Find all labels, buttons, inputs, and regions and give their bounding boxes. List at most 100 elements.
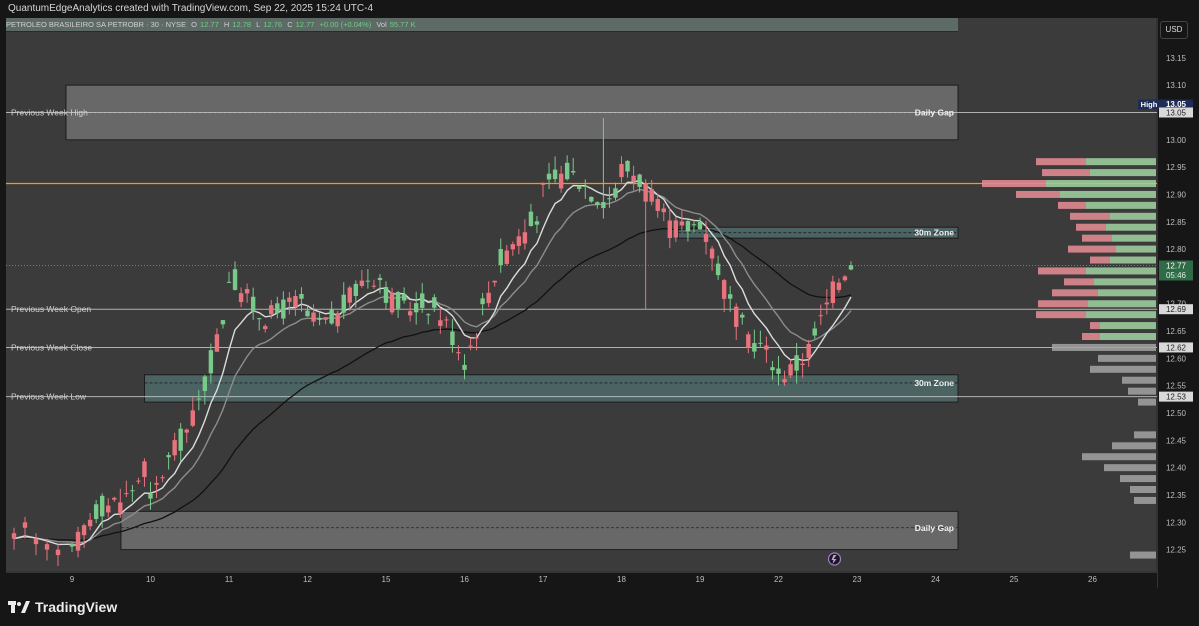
- candle-body: [323, 317, 328, 320]
- candle-body: [293, 296, 298, 308]
- candle-body: [208, 350, 214, 374]
- candle-body: [649, 189, 654, 202]
- tradingview-logo[interactable]: TradingView: [8, 598, 117, 616]
- candle-body: [275, 303, 280, 314]
- candle-body: [93, 504, 99, 520]
- last-price-value: 12.77: [1166, 261, 1187, 270]
- price-tag-label: High: [1141, 100, 1158, 109]
- candle-body: [685, 221, 691, 232]
- candle-body: [341, 294, 346, 313]
- open-label: O: [191, 20, 197, 29]
- candle-body: [238, 293, 244, 303]
- footer-bar: TradingView: [0, 588, 1199, 626]
- candle-body: [450, 331, 455, 346]
- volume-bar-bear: [1038, 300, 1088, 308]
- candle-body: [637, 174, 642, 187]
- candle-body: [389, 292, 395, 313]
- symbol-legend[interactable]: PETROLEO BRASILEIRO SA PETROBR · 30 · NY…: [6, 18, 958, 32]
- candle-body: [124, 493, 129, 495]
- candle-body: [413, 303, 419, 313]
- volume-bar: [1112, 442, 1156, 450]
- candle-body: [595, 202, 600, 205]
- candle-body: [619, 164, 624, 178]
- chart-frame[interactable]: Daily Gap 30m Zone 30m Zone Daily Gap Previo…: [6, 18, 1194, 588]
- chart-attribution-bar: QuantumEdgeAnalytics created with Tradin…: [0, 0, 1199, 18]
- candle-body: [691, 224, 697, 226]
- y-tick-label: 12.35: [1166, 491, 1187, 500]
- candle-body: [818, 315, 823, 317]
- volume-bar-bear: [1036, 158, 1086, 166]
- y-tick-label: 12.55: [1166, 382, 1187, 391]
- currency-button[interactable]: USD: [1160, 21, 1188, 39]
- candle-body: [184, 429, 189, 433]
- price-chart[interactable]: Daily Gap 30m Zone 30m Zone Daily Gap Previo…: [6, 18, 1194, 588]
- candle-body: [130, 490, 135, 492]
- volume-bar-bear: [1070, 212, 1110, 220]
- zone-label: Daily Gap: [915, 523, 954, 533]
- candle-body: [516, 236, 522, 246]
- level-label: Previous Week Open: [11, 304, 91, 314]
- candle-body: [99, 495, 105, 517]
- candle-body: [136, 480, 141, 482]
- candle-body: [468, 345, 473, 347]
- y-tick-label: 12.40: [1166, 464, 1187, 473]
- volume-bar-bull: [1116, 245, 1156, 253]
- candle-body: [22, 522, 28, 528]
- price-tag-value: 13.05: [1166, 108, 1187, 117]
- volume-bar: [1138, 398, 1156, 406]
- volume-bar-bull: [1090, 169, 1156, 177]
- candle-body: [776, 368, 781, 374]
- volume-bar-bull: [1086, 311, 1156, 319]
- candle-body: [44, 544, 50, 550]
- candle-body: [244, 289, 250, 294]
- candle-body: [546, 173, 552, 180]
- candle-body: [281, 299, 286, 319]
- candle-body: [607, 198, 612, 200]
- x-tick-label: 24: [931, 575, 940, 584]
- x-tick-label: 9: [70, 575, 75, 584]
- candle-body: [836, 282, 842, 290]
- volume-bar-bear: [1042, 169, 1090, 177]
- candle-body: [679, 221, 685, 226]
- candle-body: [112, 497, 117, 500]
- candle-body: [746, 334, 751, 348]
- candle-body: [166, 455, 171, 458]
- candle-body: [33, 538, 39, 545]
- y-tick-label: 13.10: [1166, 81, 1187, 90]
- volume-bar: [1098, 354, 1156, 362]
- candle-body: [407, 311, 413, 316]
- high-value: 12.78: [232, 20, 252, 29]
- candle-body: [154, 482, 159, 485]
- candle-body: [299, 293, 304, 299]
- candle-body: [709, 248, 715, 259]
- candle-body: [812, 328, 817, 336]
- volume-bar: [1134, 431, 1156, 439]
- level-label: Previous Week Close: [11, 342, 92, 352]
- candle-body: [462, 364, 467, 370]
- candle-body: [577, 185, 582, 189]
- candle-body: [311, 312, 316, 322]
- y-tick-label: 12.45: [1166, 436, 1187, 445]
- candle-body: [498, 248, 503, 266]
- candle-body: [764, 345, 769, 350]
- candle-body: [558, 173, 564, 189]
- price-tag-value: 12.69: [1166, 305, 1187, 314]
- candle-body: [480, 298, 485, 305]
- volume-bar: [1052, 343, 1156, 351]
- candle-body: [438, 320, 443, 326]
- zone-box: [120, 510, 959, 551]
- y-tick-label: 12.30: [1166, 518, 1187, 527]
- candle-body: [359, 280, 365, 286]
- low-label: L: [256, 20, 261, 29]
- candle-body: [510, 244, 516, 250]
- volume-bar-bear: [1052, 289, 1098, 297]
- low-value: 12.76: [263, 20, 283, 29]
- volume-bar-bull: [1086, 201, 1156, 209]
- candle-body: [250, 296, 256, 312]
- y-tick-label: 12.85: [1166, 218, 1187, 227]
- candle-body: [806, 343, 811, 358]
- candle-body: [570, 171, 576, 173]
- volume-bar-bear: [1076, 223, 1106, 231]
- candle-body: [673, 220, 679, 238]
- volume-bar: [1134, 496, 1156, 504]
